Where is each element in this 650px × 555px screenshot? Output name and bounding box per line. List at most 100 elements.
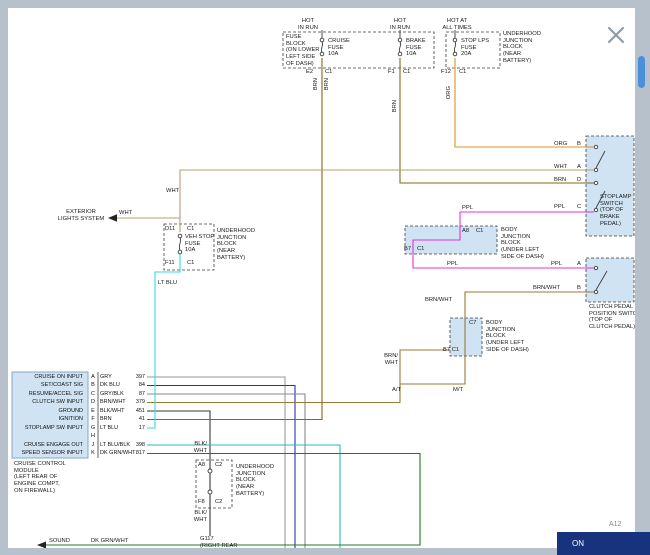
on-button[interactable]: ON bbox=[557, 532, 650, 555]
stoplamp-pin-c-wire: PPL bbox=[554, 204, 565, 211]
wire-label-wht-2: WHT bbox=[119, 210, 132, 217]
stoplamp-pin-d-wire: BRN bbox=[554, 177, 566, 184]
module-row-num: 84 bbox=[128, 381, 145, 390]
stoplamp-pin-a: A bbox=[577, 164, 581, 171]
pin-label-e2: E2 bbox=[306, 69, 313, 76]
module-row-num: 17 bbox=[128, 424, 145, 433]
exterior-lights-label: EXTERIOR LIGHTS SYSTEM bbox=[52, 209, 110, 222]
wire-dkgrnwht-817 bbox=[46, 454, 420, 546]
module-row-wire: BLK/WHT bbox=[100, 407, 128, 416]
pin-label-c2a: C2 bbox=[215, 462, 222, 469]
wire-label-brn-1: BRN bbox=[313, 78, 319, 90]
module-row-pin: F bbox=[88, 415, 98, 424]
wire-label-brn-2: BRN bbox=[324, 78, 330, 90]
clutch-switch-label: CLUTCH PEDAL POSITION SWITCH (TOP OF CLU… bbox=[589, 304, 641, 331]
frame-border-top bbox=[0, 0, 650, 8]
wire-label-ltblu: LT BLU bbox=[158, 280, 177, 287]
page-ref-a12: A12 bbox=[609, 521, 621, 528]
module-row-pin: G bbox=[88, 424, 98, 433]
module-row-name bbox=[12, 432, 83, 441]
wire-gryblk-87 bbox=[147, 394, 305, 548]
underhood-jb-mid-label: UNDERHOOD JUNCTION BLOCK (NEAR BATTERY) bbox=[217, 228, 255, 261]
brake-fuse-symbol bbox=[398, 30, 402, 56]
clutch-pin-a-wire: PPL bbox=[551, 261, 562, 268]
module-row-pin: C bbox=[88, 390, 98, 399]
stoplamp-switch-label: STOPLAMP SWITCH (TOP OF BRAKE PEDAL) bbox=[600, 194, 631, 227]
module-row-pin: D bbox=[88, 398, 98, 407]
frame-border-left bbox=[0, 8, 8, 548]
module-row-wire: LT BLU/BLK bbox=[100, 441, 128, 450]
module-row-pin: B bbox=[88, 381, 98, 390]
pin-label-b7: B7 bbox=[404, 246, 411, 253]
pin-label-d11: D11 bbox=[165, 226, 175, 233]
stoplamp-pin-b: B bbox=[577, 141, 581, 148]
pin-label-c1c: C1 bbox=[459, 69, 466, 76]
stoplamp-pin-d: D bbox=[577, 177, 581, 184]
scrollbar-thumb[interactable] bbox=[638, 56, 645, 88]
pin-label-c1a: C1 bbox=[325, 69, 332, 76]
module-row-num: 41 bbox=[128, 415, 145, 424]
module-row-wire: DK GRN/WHT bbox=[100, 449, 128, 458]
clutch-pin-b-wire: BRN/WHT bbox=[533, 285, 560, 292]
clutch-switch-block bbox=[586, 258, 634, 302]
module-row-wire: BRN bbox=[100, 415, 128, 424]
pin-label-f12: F12 bbox=[441, 69, 451, 76]
wire-label-brnwht-v: BRN/ WHT bbox=[381, 353, 398, 366]
module-row-wire: GRY/BLK bbox=[100, 390, 128, 399]
module-row-pin: A bbox=[88, 373, 98, 382]
underhood-jb-bottom-label: UNDERHOOD JUNCTION BLOCK (NEAR BATTERY) bbox=[236, 464, 274, 497]
fuse-block-label: FUSE BLOCK (ON LOWER LEFT SIDE OF DASH) bbox=[286, 34, 320, 67]
veh-stop-fuse-label: VEH STOP FUSE 10A bbox=[185, 234, 214, 254]
pin-label-f11: F11 bbox=[165, 260, 175, 267]
wire-label-brn-3: BRN bbox=[392, 100, 398, 112]
hot-at-all-times-label: HOT AT ALL TIMES bbox=[435, 18, 479, 31]
stop-lps-fuse-symbol bbox=[453, 30, 457, 56]
cruise-fuse-symbol bbox=[320, 30, 324, 56]
module-wires: GRYDK BLUGRY/BLKBRN/WHTBLK/WHTBRNLT BLUL… bbox=[100, 373, 128, 458]
stop-lps-fuse-label: STOP LPS FUSE 20A bbox=[461, 38, 489, 58]
pin-label-f8: F8 bbox=[198, 499, 205, 506]
module-row-wire: DK BLU bbox=[100, 381, 128, 390]
diagram-viewer: HOT IN RUN HOT IN RUN HOT AT ALL TIMES F… bbox=[0, 0, 650, 555]
cruise-module-caption: CRUISE CONTROL MODULE (LEFT REAR OF ENGI… bbox=[14, 461, 66, 494]
module-row-num bbox=[128, 432, 145, 441]
body-jb1-label: BODY JUNCTION BLOCK (UNDER LEFT SIDE OF … bbox=[501, 227, 544, 260]
brake-fuse-label: BRAKE FUSE 10A bbox=[406, 38, 426, 58]
frame-border-bottom bbox=[0, 548, 650, 555]
module-row-name: GROUND bbox=[12, 407, 83, 416]
wire-label-blkwht-2: BLK/ WHT bbox=[193, 510, 207, 523]
pin-label-c7: C7 bbox=[469, 320, 476, 327]
module-row-name: SPEED SENSOR INPUT bbox=[12, 449, 83, 458]
pin-label-c2b: C2 bbox=[215, 499, 222, 506]
module-row-num: 398 bbox=[128, 441, 145, 450]
module-row-num: 817 bbox=[128, 449, 145, 458]
pin-label-a8: A8 bbox=[462, 228, 469, 235]
module-row-pin: E bbox=[88, 407, 98, 416]
pin-label-b7c1: B7 C1 bbox=[443, 347, 459, 354]
wire-label-brnwht-1: BRN/WHT bbox=[425, 297, 452, 304]
cruise-fuse-label: CRUISE FUSE 10A bbox=[328, 38, 350, 58]
module-row-name: CRUISE ON INPUT bbox=[12, 373, 83, 382]
label-mt: M/T bbox=[453, 387, 463, 394]
wire-label-ppl-1: PPL bbox=[462, 205, 473, 212]
hot-in-run-label-2: HOT IN RUN bbox=[380, 18, 420, 31]
wire-label-dkgrnwht: DK GRN/WHT bbox=[91, 538, 128, 545]
pin-label-c1b: C1 bbox=[403, 69, 410, 76]
pin-label-c1e: C1 bbox=[187, 260, 194, 267]
wire-wht-stop bbox=[117, 170, 594, 232]
frame-border-right bbox=[635, 8, 650, 548]
module-row-name: IGNITION bbox=[12, 415, 83, 424]
veh-stop-fuse-symbol bbox=[178, 234, 182, 254]
pin-label-a8b: A8 bbox=[198, 462, 205, 469]
close-button[interactable] bbox=[603, 22, 629, 48]
clutch-pin-a: A bbox=[577, 261, 581, 268]
underhood-jb-top-label: UNDERHOOD JUNCTION BLOCK (NEAR BATTERY) bbox=[503, 31, 541, 64]
close-icon bbox=[603, 22, 629, 48]
module-row-name: CLUTCH SW INPUT bbox=[12, 398, 83, 407]
module-row-pin: H bbox=[88, 432, 98, 441]
label-at: A/T bbox=[392, 387, 401, 394]
module-nums: 39784873794514117398817 bbox=[128, 373, 145, 458]
module-row-wire: GRY bbox=[100, 373, 128, 382]
module-row-num: 87 bbox=[128, 390, 145, 399]
module-row-pin: K bbox=[88, 449, 98, 458]
